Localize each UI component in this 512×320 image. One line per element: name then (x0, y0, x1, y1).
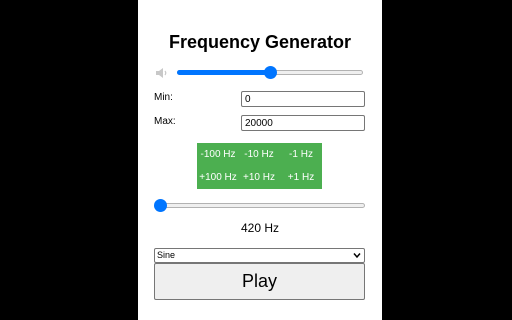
generator-panel: Frequency Generator Min: Max: -100 Hz -1… (138, 0, 382, 320)
plus-100-hz-button[interactable]: +100 Hz (197, 167, 239, 189)
max-label: Max: (154, 116, 176, 127)
chevron-down-icon (353, 253, 361, 259)
max-input[interactable] (241, 115, 365, 131)
waveform-select[interactable]: Sine (154, 248, 365, 263)
frequency-slider[interactable] (154, 198, 365, 214)
minus-1-hz-button[interactable]: -1 Hz (280, 144, 322, 166)
frequency-step-buttons: -100 Hz -10 Hz -1 Hz +100 Hz +10 Hz +1 H… (197, 143, 322, 189)
frequency-slider-thumb[interactable] (154, 199, 167, 212)
plus-1-hz-button[interactable]: +1 Hz (280, 167, 322, 189)
play-button[interactable]: Play (154, 263, 365, 300)
speaker-icon (156, 68, 167, 78)
volume-slider-thumb[interactable] (264, 66, 277, 79)
page-title: Frequency Generator (168, 32, 352, 52)
volume-slider-fill (177, 70, 270, 75)
waveform-selected-value: Sine (157, 250, 176, 260)
frequency-readout: 420 Hz (240, 221, 280, 235)
volume-slider[interactable] (177, 65, 363, 81)
minus-100-hz-button[interactable]: -100 Hz (197, 144, 239, 166)
min-label: Min: (154, 92, 173, 103)
frequency-slider-track (156, 203, 365, 208)
plus-10-hz-button[interactable]: +10 Hz (238, 167, 280, 189)
min-input[interactable] (241, 91, 365, 107)
minus-10-hz-button[interactable]: -10 Hz (238, 144, 280, 166)
